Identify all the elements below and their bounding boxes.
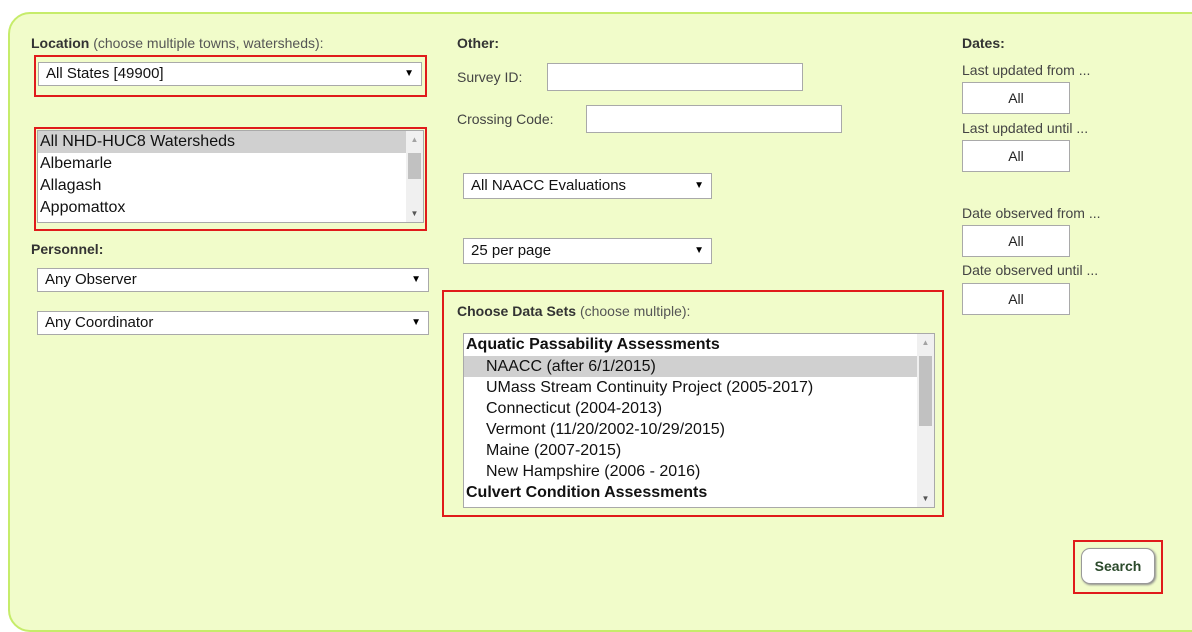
location-heading: Location (choose multiple towns, watersh… bbox=[31, 35, 324, 51]
updated-from-label: Last updated from ... bbox=[962, 62, 1091, 78]
location-label: Location bbox=[31, 35, 90, 51]
search-button[interactable]: Search bbox=[1081, 548, 1155, 584]
dataset-option[interactable]: New Hampshire (2006 - 2016) bbox=[464, 461, 934, 482]
coordinator-select-value: Any Coordinator bbox=[45, 314, 154, 331]
dates-label: Dates: bbox=[962, 35, 1005, 51]
watershed-option[interactable]: Allagash bbox=[38, 175, 423, 197]
observed-until-input[interactable]: All bbox=[962, 283, 1070, 315]
datasets-heading: Choose Data Sets (choose multiple): bbox=[457, 303, 690, 319]
scroll-up-icon[interactable]: ▲ bbox=[917, 338, 934, 347]
crossing-code-label: Crossing Code: bbox=[457, 111, 554, 127]
scroll-thumb[interactable] bbox=[919, 356, 932, 426]
dataset-option[interactable]: Vermont (11/20/2002-10/29/2015) bbox=[464, 419, 934, 440]
location-hint: (choose multiple towns, watersheds): bbox=[93, 35, 324, 51]
updated-until-input[interactable]: All bbox=[962, 140, 1070, 172]
dataset-option[interactable]: NAACC (after 6/1/2015) bbox=[464, 356, 934, 377]
scroll-up-icon[interactable]: ▲ bbox=[406, 135, 423, 144]
dropdown-arrow-icon: ▼ bbox=[411, 274, 421, 285]
observed-from-input[interactable]: All bbox=[962, 225, 1070, 257]
dropdown-arrow-icon: ▼ bbox=[694, 245, 704, 256]
coordinator-select[interactable]: Any Coordinator ▼ bbox=[37, 311, 429, 335]
evaluations-select[interactable]: All NAACC Evaluations ▼ bbox=[463, 173, 712, 199]
watershed-option[interactable]: Albemarle bbox=[38, 153, 423, 175]
dataset-group-header: Aquatic Passability Assessments bbox=[466, 336, 720, 353]
scroll-thumb[interactable] bbox=[408, 153, 421, 179]
dropdown-arrow-icon: ▼ bbox=[404, 68, 414, 79]
states-select[interactable]: All States [49900] ▼ bbox=[38, 62, 422, 86]
watershed-option[interactable]: Appomattox bbox=[38, 197, 423, 219]
datasets-hint: (choose multiple): bbox=[579, 303, 691, 319]
personnel-label: Personnel: bbox=[31, 241, 104, 257]
datasets-label: Choose Data Sets bbox=[457, 303, 577, 319]
per-page-select[interactable]: 25 per page ▼ bbox=[463, 238, 712, 264]
observed-until-label: Date observed until ... bbox=[962, 262, 1099, 278]
scroll-down-icon[interactable]: ▼ bbox=[917, 494, 934, 503]
survey-id-input[interactable] bbox=[547, 63, 803, 91]
watershed-option[interactable]: All NHD-HUC8 Watersheds bbox=[38, 131, 423, 153]
per-page-select-value: 25 per page bbox=[471, 242, 552, 259]
datasets-listbox[interactable]: Aquatic Passability Assessments NAACC (af… bbox=[463, 333, 935, 508]
updated-from-input[interactable]: All bbox=[962, 82, 1070, 114]
datasets-options: Aquatic Passability Assessments NAACC (af… bbox=[464, 334, 934, 504]
datasets-scrollbar[interactable]: ▲ ▼ bbox=[917, 334, 934, 507]
observed-from-label: Date observed from ... bbox=[962, 205, 1101, 221]
evaluations-select-value: All NAACC Evaluations bbox=[471, 177, 627, 194]
observer-select-value: Any Observer bbox=[45, 271, 137, 288]
watersheds-options: All NHD-HUC8 Watersheds Albemarle Allagash… bbox=[38, 131, 423, 219]
updated-until-label: Last updated until ... bbox=[962, 120, 1089, 136]
dataset-option[interactable]: UMass Stream Continuity Project (2005-20… bbox=[464, 377, 934, 398]
states-select-value: All States [49900] bbox=[46, 65, 164, 82]
crossing-code-input[interactable] bbox=[586, 105, 842, 133]
other-label: Other: bbox=[457, 35, 499, 51]
dropdown-arrow-icon: ▼ bbox=[694, 180, 704, 191]
scroll-down-icon[interactable]: ▼ bbox=[406, 209, 423, 218]
survey-id-label: Survey ID: bbox=[457, 69, 523, 85]
watersheds-scrollbar[interactable]: ▲ ▼ bbox=[406, 131, 423, 222]
dataset-group-header: Culvert Condition Assessments bbox=[466, 484, 708, 501]
dropdown-arrow-icon: ▼ bbox=[411, 317, 421, 328]
dataset-option[interactable]: Connecticut (2004-2013) bbox=[464, 398, 934, 419]
dataset-option[interactable]: Maine (2007-2015) bbox=[464, 440, 934, 461]
observer-select[interactable]: Any Observer ▼ bbox=[37, 268, 429, 292]
watersheds-listbox[interactable]: All NHD-HUC8 Watersheds Albemarle Allagash… bbox=[37, 130, 424, 223]
